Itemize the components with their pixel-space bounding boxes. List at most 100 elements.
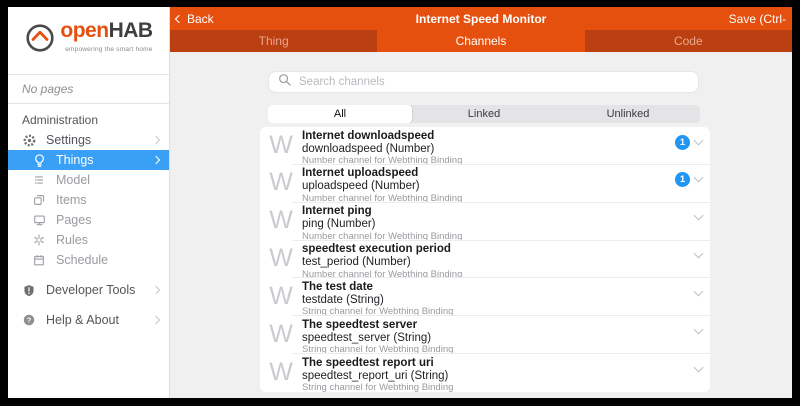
chevron-down-icon[interactable]: [694, 249, 704, 259]
chevron-down-icon[interactable]: [694, 324, 704, 334]
sidebar-nav: Settings Things Model Items Pages Rules …: [8, 130, 169, 330]
sidebar-item-label: Things: [56, 153, 94, 167]
sidebar: openHAB empowering the smart home No pag…: [8, 7, 170, 398]
sidebar-item-developer-tools[interactable]: Developer Tools: [8, 280, 169, 300]
channel-id: downloadspeed (Number): [302, 143, 667, 156]
channel-initial: W: [268, 205, 294, 240]
tab-channels[interactable]: Channels: [377, 30, 584, 52]
search-bar[interactable]: [268, 71, 699, 93]
openhab-logo-icon: [24, 22, 56, 59]
chevron-down-icon[interactable]: [694, 135, 704, 145]
channel-row[interactable]: W The speedtest report uri speedtest_rep…: [260, 354, 710, 392]
help-question-icon: ?: [21, 312, 37, 328]
sidebar-item-label: Model: [56, 173, 90, 187]
main-area: Back Internet Speed Monitor Save (Ctrl- …: [170, 7, 792, 398]
channel-title: Internet ping: [302, 205, 667, 218]
chevron-down-icon[interactable]: [694, 362, 704, 372]
save-button[interactable]: Save (Ctrl-: [729, 12, 786, 26]
channel-row[interactable]: W The test date testdate (String) String…: [260, 278, 710, 316]
tab-thing[interactable]: Thing: [170, 30, 377, 52]
sidebar-item-label: Developer Tools: [46, 283, 135, 297]
svg-text:?: ?: [27, 316, 32, 325]
thing-tabbar: Thing Channels Code: [170, 30, 792, 52]
chevron-right-icon: [152, 156, 160, 164]
channel-id: speedtest_server (String): [302, 332, 667, 345]
chevron-down-icon[interactable]: [694, 286, 704, 296]
sidebar-item-label: Settings: [46, 133, 91, 147]
openhab-logo: openHAB empowering the smart home: [8, 7, 169, 74]
channel-title: Internet downloadspeed: [302, 130, 667, 143]
channel-initial: W: [268, 130, 294, 165]
items-copy-icon: [31, 192, 47, 208]
sidebar-item-pages[interactable]: Pages: [8, 210, 169, 230]
chevron-right-icon: [152, 316, 160, 324]
search-icon: [278, 73, 291, 91]
sidebar-item-label: Pages: [56, 213, 91, 227]
model-tree-icon: [31, 172, 47, 188]
sidebar-item-items[interactable]: Items: [8, 190, 169, 210]
channel-initial: W: [268, 281, 294, 316]
channel-initial: W: [268, 167, 294, 202]
content-area: All Linked Unlinked W Internet downloads…: [170, 52, 792, 398]
sidebar-item-label: Schedule: [56, 253, 108, 267]
channel-id: test_period (Number): [302, 256, 667, 269]
channel-description: Number channel for Webthing Binding: [302, 269, 667, 279]
channel-description: String channel for Webthing Binding: [302, 382, 667, 392]
channel-id: speedtest_report_uri (String): [302, 370, 667, 383]
sidebar-item-things[interactable]: Things: [8, 150, 169, 170]
gear-icon: [21, 132, 37, 148]
developer-shield-icon: [21, 282, 37, 298]
channel-description: Number channel for Webthing Binding: [302, 155, 667, 165]
top-bar: Back Internet Speed Monitor Save (Ctrl-: [170, 7, 792, 30]
sidebar-item-label: Items: [56, 193, 87, 207]
channel-initial: W: [268, 319, 294, 354]
sidebar-item-model[interactable]: Model: [8, 170, 169, 190]
channel-row[interactable]: W The speedtest server speedtest_server …: [260, 316, 710, 354]
chevron-left-icon: [175, 14, 183, 22]
channel-row[interactable]: W Internet uploadspeed uploadspeed (Numb…: [260, 165, 710, 203]
schedule-calendar-icon: [31, 252, 47, 268]
page-title: Internet Speed Monitor: [170, 12, 792, 26]
channel-row[interactable]: W speedtest execution period test_period…: [260, 241, 710, 279]
sidebar-item-label: Help & About: [46, 313, 119, 327]
back-label: Back: [187, 12, 214, 26]
filter-segmented-control: All Linked Unlinked: [268, 105, 700, 123]
sidebar-item-settings[interactable]: Settings: [8, 130, 169, 150]
sidebar-section-administration: Administration: [22, 113, 169, 127]
channel-title: speedtest execution period: [302, 243, 667, 256]
channel-title: Internet uploadspeed: [302, 167, 667, 180]
channel-id: ping (Number): [302, 218, 667, 231]
channel-description: Number channel for Webthing Binding: [302, 193, 667, 203]
openhab-wordmark: openHAB empowering the smart home: [60, 21, 152, 60]
filter-unlinked[interactable]: Unlinked: [556, 105, 700, 123]
sidebar-item-label: Rules: [56, 233, 88, 247]
channel-id: uploadspeed (Number): [302, 180, 667, 193]
chevron-down-icon[interactable]: [694, 211, 704, 221]
app-window: openHAB empowering the smart home No pag…: [8, 7, 792, 398]
channel-id: testdate (String): [302, 294, 667, 307]
linked-count-badge: 1: [675, 172, 690, 187]
linked-count-badge: 1: [675, 135, 690, 150]
channel-title: The test date: [302, 281, 667, 294]
chevron-down-icon[interactable]: [694, 173, 704, 183]
search-input[interactable]: [297, 75, 689, 89]
channel-row[interactable]: W Internet ping ping (Number) Number cha…: [260, 203, 710, 241]
no-pages-label: No pages: [8, 74, 169, 104]
filter-linked[interactable]: Linked: [412, 105, 556, 123]
sidebar-item-rules[interactable]: Rules: [8, 230, 169, 250]
chevron-right-icon: [152, 286, 160, 294]
lightbulb-icon: [31, 152, 47, 168]
filter-all[interactable]: All: [268, 105, 412, 123]
channel-title: The speedtest report uri: [302, 357, 667, 370]
sidebar-item-help-about[interactable]: ? Help & About: [8, 310, 169, 330]
channel-initial: W: [268, 243, 294, 278]
sidebar-item-schedule[interactable]: Schedule: [8, 250, 169, 270]
channel-row[interactable]: W Internet downloadspeed downloadspeed (…: [260, 127, 710, 165]
channel-title: The speedtest server: [302, 319, 667, 332]
logo-tagline: empowering the smart home: [60, 40, 152, 60]
channel-initial: W: [268, 357, 294, 392]
tab-code[interactable]: Code: [585, 30, 792, 52]
channel-description: String channel for Webthing Binding: [302, 344, 667, 354]
channel-description: Number channel for Webthing Binding: [302, 231, 667, 241]
back-button[interactable]: Back: [176, 12, 214, 26]
